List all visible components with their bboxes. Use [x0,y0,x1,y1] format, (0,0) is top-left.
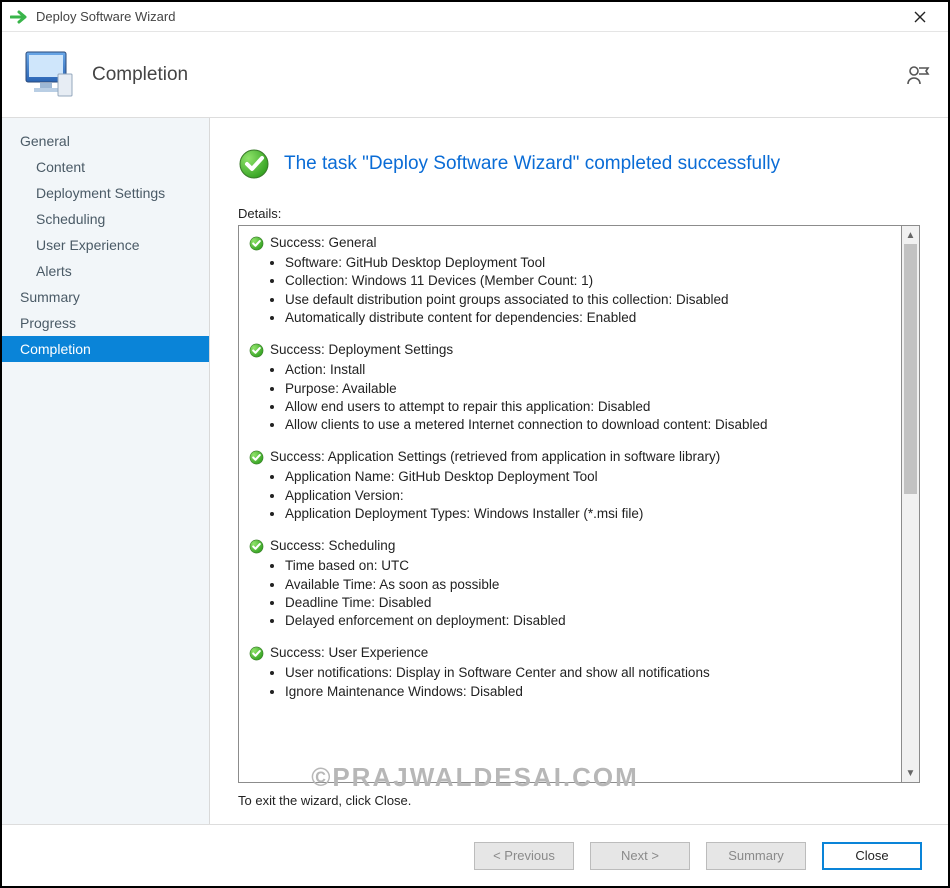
scroll-thumb[interactable] [904,244,917,494]
details-section-head: Success: Application Settings (retrieved… [249,448,891,466]
success-headline-row: The task "Deploy Software Wizard" comple… [238,148,920,180]
details-section-list: Time based on: UTCAvailable Time: As soo… [285,557,891,630]
summary-button: Summary [706,842,806,870]
details-label: Details: [238,206,920,221]
scroll-down-icon[interactable]: ▼ [902,764,919,782]
details-section-head: Success: Deployment Settings [249,341,891,359]
details-scrollbar[interactable]: ▲ ▼ [902,225,920,783]
details-line: Application Deployment Types: Windows In… [285,505,891,523]
details-line: Purpose: Available [285,380,891,398]
sidebar-item-deployment-settings[interactable]: Deployment Settings [2,180,209,206]
wizard-content: The task "Deploy Software Wizard" comple… [210,118,948,824]
success-check-icon [249,646,264,661]
details-line: Collection: Windows 11 Devices (Member C… [285,272,891,290]
sidebar-item-completion[interactable]: Completion [2,336,209,362]
success-headline: The task "Deploy Software Wizard" comple… [284,153,780,175]
details-section: Success: General Software: GitHub Desktop… [249,234,891,327]
scroll-up-icon[interactable]: ▲ [902,226,919,244]
details-line: Allow end users to attempt to repair thi… [285,398,891,416]
details-section: Success: Scheduling Time based on: UTCAva… [249,537,891,630]
sidebar-item-summary[interactable]: Summary [2,284,209,310]
details-line: Software: GitHub Desktop Deployment Tool [285,254,891,272]
details-section-title: Success: Scheduling [270,537,395,555]
sidebar-item-progress[interactable]: Progress [2,310,209,336]
previous-button: < Previous [474,842,574,870]
details-line: Application Version: [285,487,891,505]
details-box: Success: General Software: GitHub Desktop… [238,225,902,783]
details-section-list: Application Name: GitHub Desktop Deploym… [285,468,891,523]
details-section: Success: User Experience User notificatio… [249,644,891,701]
window-title: Deploy Software Wizard [36,9,175,24]
success-check-icon [249,343,264,358]
sidebar-item-content[interactable]: Content [2,154,209,180]
details-line: Application Name: GitHub Desktop Deploym… [285,468,891,486]
wizard-footer: < Previous Next > Summary Close [2,824,948,886]
sidebar-item-general[interactable]: General [2,128,209,154]
details-line: User notifications: Display in Software … [285,664,891,682]
titlebar: Deploy Software Wizard [2,2,948,32]
details-line: Delayed enforcement on deployment: Disab… [285,612,891,630]
wizard-window: Deploy Software Wizard Com [0,0,950,888]
details-section-title: Success: General [270,234,377,252]
details-line: Ignore Maintenance Windows: Disabled [285,683,891,701]
sidebar-item-user-experience[interactable]: User Experience [2,232,209,258]
details-section: Success: Application Settings (retrieved… [249,448,891,523]
header-band: Completion [2,32,948,118]
details-section: Success: Deployment Settings Action: Inst… [249,341,891,434]
details-line: Time based on: UTC [285,557,891,575]
window-close-button[interactable] [900,3,940,31]
sidebar-item-alerts[interactable]: Alerts [2,258,209,284]
details-section-list: Software: GitHub Desktop Deployment Tool… [285,254,891,327]
app-arrow-icon [10,9,30,25]
details-section-list: User notifications: Display in Software … [285,664,891,700]
details-line: Action: Install [285,361,891,379]
details-section-head: Success: User Experience [249,644,891,662]
details-line: Allow clients to use a metered Internet … [285,416,891,434]
details-section-head: Success: Scheduling [249,537,891,555]
details-section-title: Success: Application Settings (retrieved… [270,448,720,466]
wizard-sidebar: GeneralContentDeployment SettingsSchedul… [2,118,210,824]
success-check-icon [249,539,264,554]
details-section-title: Success: User Experience [270,644,428,662]
wizard-monitor-icon [20,46,78,104]
close-button[interactable]: Close [822,842,922,870]
feedback-icon[interactable] [906,64,930,86]
success-check-icon [238,148,270,180]
sidebar-item-scheduling[interactable]: Scheduling [2,206,209,232]
page-title: Completion [92,64,188,86]
details-section-list: Action: InstallPurpose: AvailableAllow e… [285,361,891,434]
details-line: Automatically distribute content for dep… [285,309,891,327]
success-check-icon [249,236,264,251]
details-line: Deadline Time: Disabled [285,594,891,612]
details-section-head: Success: General [249,234,891,252]
exit-hint: To exit the wizard, click Close. [238,793,920,808]
details-line: Use default distribution point groups as… [285,291,891,309]
details-section-title: Success: Deployment Settings [270,341,453,359]
next-button: Next > [590,842,690,870]
success-check-icon [249,450,264,465]
details-line: Available Time: As soon as possible [285,576,891,594]
